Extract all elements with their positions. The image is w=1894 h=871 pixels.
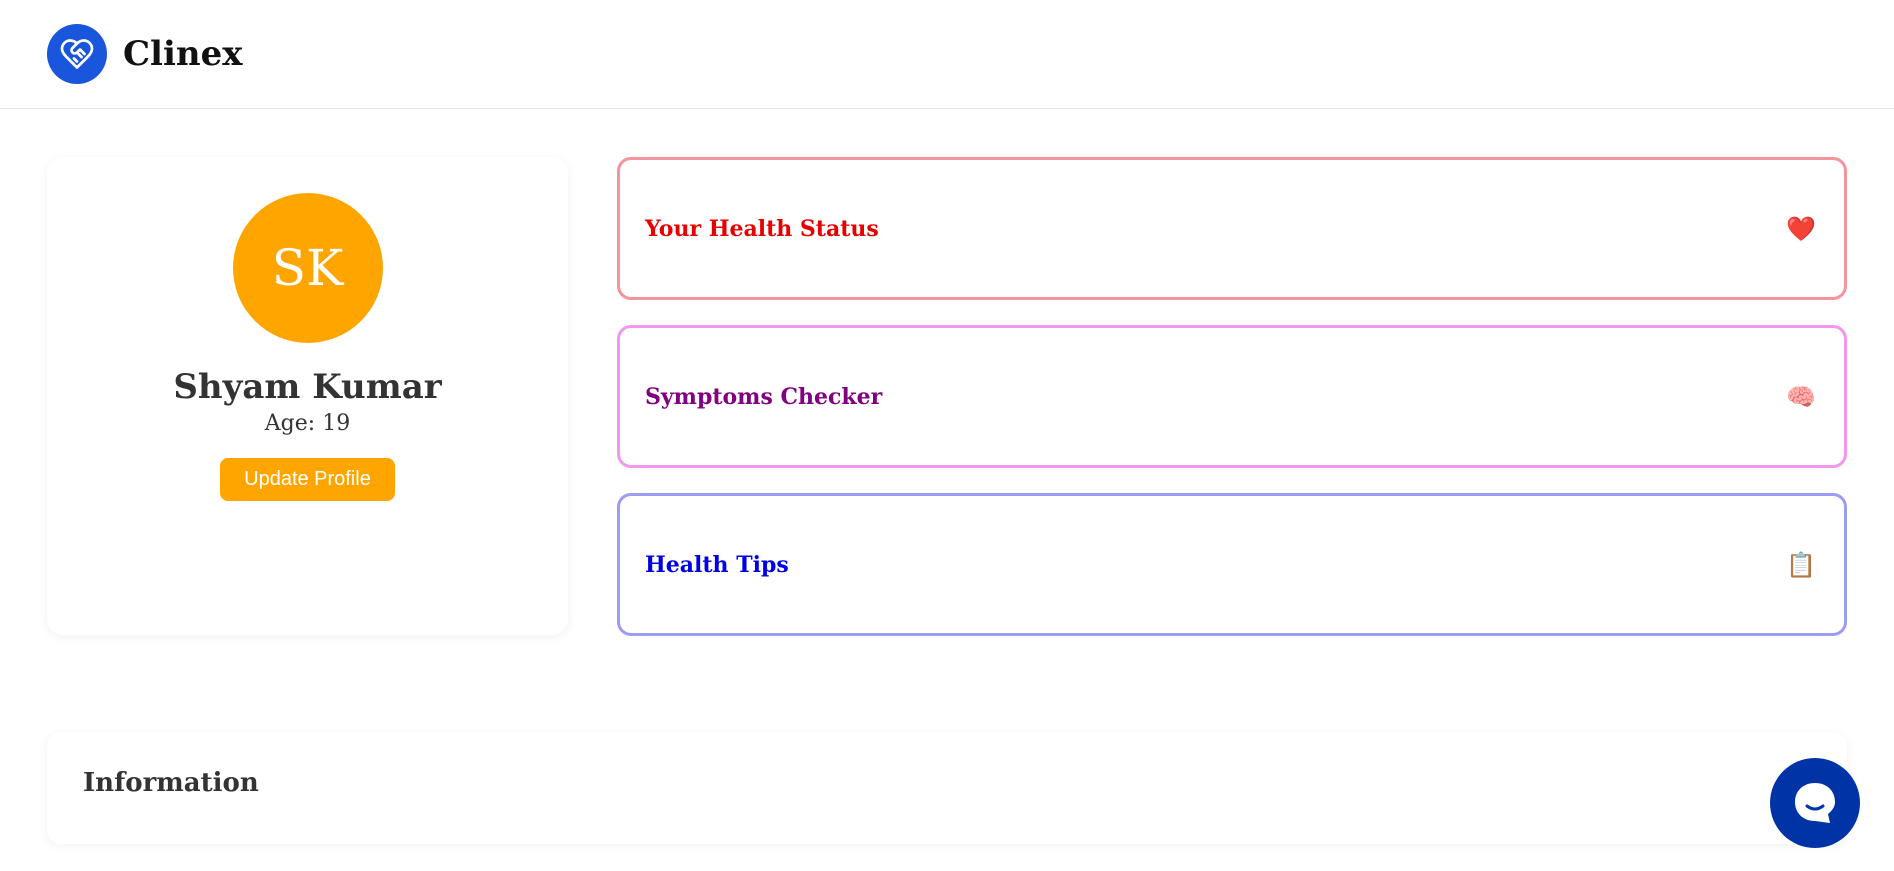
user-age: Age: 19 <box>264 411 351 436</box>
health-status-card[interactable]: Your Health Status ❤️ <box>617 157 1847 300</box>
brand-name: Clinex <box>123 34 243 74</box>
avatar: SK <box>232 193 383 343</box>
user-name: Shyam Kumar <box>173 367 442 407</box>
clipboard-icon: 📋 <box>1786 550 1816 579</box>
chat-bubble-icon <box>1795 783 1835 823</box>
heart-icon: ❤️ <box>1786 214 1816 243</box>
symptoms-checker-card[interactable]: Symptoms Checker 🧠 <box>617 325 1847 468</box>
chat-button[interactable] <box>1770 758 1860 848</box>
update-profile-button[interactable]: Update Profile <box>220 458 395 501</box>
health-status-title: Your Health Status <box>645 215 879 242</box>
health-tips-card[interactable]: Health Tips 📋 <box>617 493 1847 636</box>
app-header: Clinex <box>0 0 1894 109</box>
information-title: Information <box>83 768 259 798</box>
health-tips-title: Health Tips <box>645 551 789 578</box>
brain-icon: 🧠 <box>1786 382 1816 411</box>
brand-logo[interactable] <box>47 24 107 84</box>
symptoms-checker-title: Symptoms Checker <box>645 383 883 410</box>
profile-card: SK Shyam Kumar Age: 19 Update Profile <box>47 157 568 635</box>
heart-handshake-icon <box>60 39 94 69</box>
information-panel: Information <box>47 732 1847 844</box>
